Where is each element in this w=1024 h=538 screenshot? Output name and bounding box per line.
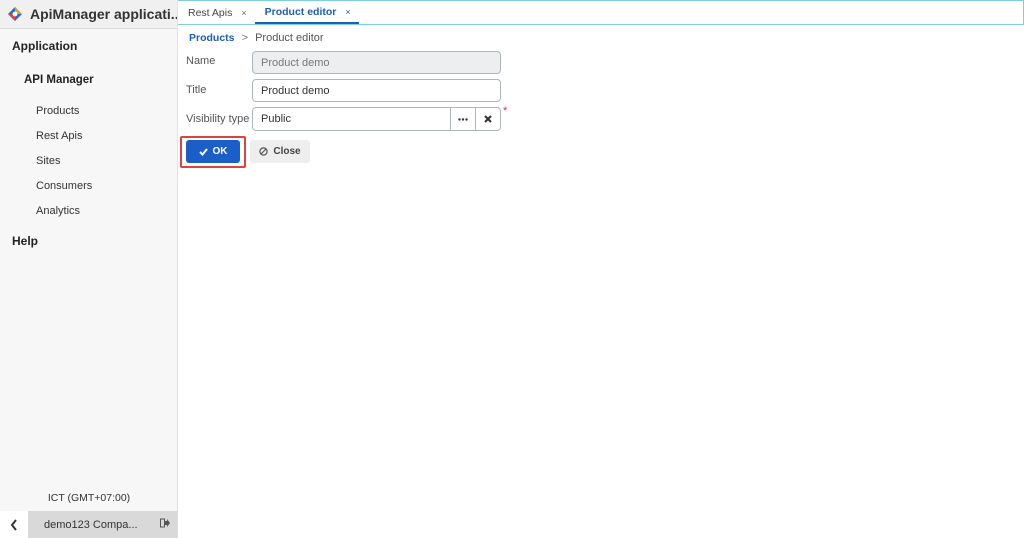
- close-button[interactable]: Close: [250, 140, 310, 163]
- sidebar-item-consumers[interactable]: Consumers: [36, 180, 92, 192]
- timezone-label: ICT (GMT+07:00): [47, 492, 131, 504]
- ok-button[interactable]: OK: [186, 140, 240, 163]
- tab-product-editor[interactable]: Product editor ×: [254, 1, 359, 24]
- nav-section-help[interactable]: Help: [0, 232, 38, 250]
- logout-icon[interactable]: [160, 518, 170, 531]
- app-logo-icon: [8, 7, 22, 21]
- user-name-label: demo123 Compa...: [44, 518, 138, 531]
- nav-section-application[interactable]: Application: [0, 37, 77, 55]
- user-menu[interactable]: demo123 Compa...: [28, 511, 178, 538]
- app-title: ApiManager applicati...: [30, 6, 177, 22]
- user-bar: demo123 Compa...: [0, 511, 178, 538]
- nav-group-api-manager[interactable]: API Manager: [24, 74, 94, 86]
- breadcrumb-link-products[interactable]: Products: [189, 32, 235, 44]
- title-label: Title: [186, 84, 207, 96]
- ok-button-label: OK: [212, 146, 228, 157]
- breadcrumb: Products > Product editor: [189, 32, 324, 44]
- browse-button[interactable]: [451, 107, 476, 131]
- app-header: ApiManager applicati...: [0, 0, 177, 29]
- visibility-type-select: Public: [252, 107, 501, 131]
- close-icon[interactable]: ×: [241, 8, 246, 18]
- clear-icon: [484, 115, 492, 123]
- required-marker: *: [503, 105, 508, 117]
- visibility-type-value[interactable]: Public: [252, 107, 451, 131]
- name-label: Name: [186, 55, 216, 67]
- title-field[interactable]: Product demo: [252, 79, 501, 102]
- name-field: Product demo: [252, 51, 501, 74]
- tab-label: Rest Apis: [188, 6, 233, 19]
- close-button-label: Close: [273, 146, 301, 157]
- sidebar-item-products[interactable]: Products: [36, 105, 79, 117]
- visibility-type-label: Visibility type: [186, 113, 250, 125]
- chevron-left-icon: [10, 518, 17, 531]
- breadcrumb-separator: >: [241, 32, 249, 44]
- ellipsis-icon: [458, 117, 468, 121]
- sidebar-item-rest-apis[interactable]: Rest Apis: [36, 130, 82, 142]
- sidebar-item-analytics[interactable]: Analytics: [36, 205, 80, 217]
- clear-button[interactable]: [476, 107, 501, 131]
- sidebar: ApiManager applicati... Application API …: [0, 0, 178, 538]
- tab-rest-apis[interactable]: Rest Apis ×: [178, 1, 255, 24]
- sidebar-item-sites[interactable]: Sites: [36, 155, 60, 167]
- check-icon: [198, 147, 208, 156]
- breadcrumb-current: Product editor: [255, 32, 324, 44]
- collapse-sidebar-button[interactable]: [0, 511, 28, 538]
- tab-label: Product editor: [264, 5, 337, 18]
- ban-icon: [259, 147, 269, 156]
- close-icon[interactable]: ×: [345, 7, 350, 17]
- tab-bar: Rest Apis × Product editor ×: [178, 0, 1024, 25]
